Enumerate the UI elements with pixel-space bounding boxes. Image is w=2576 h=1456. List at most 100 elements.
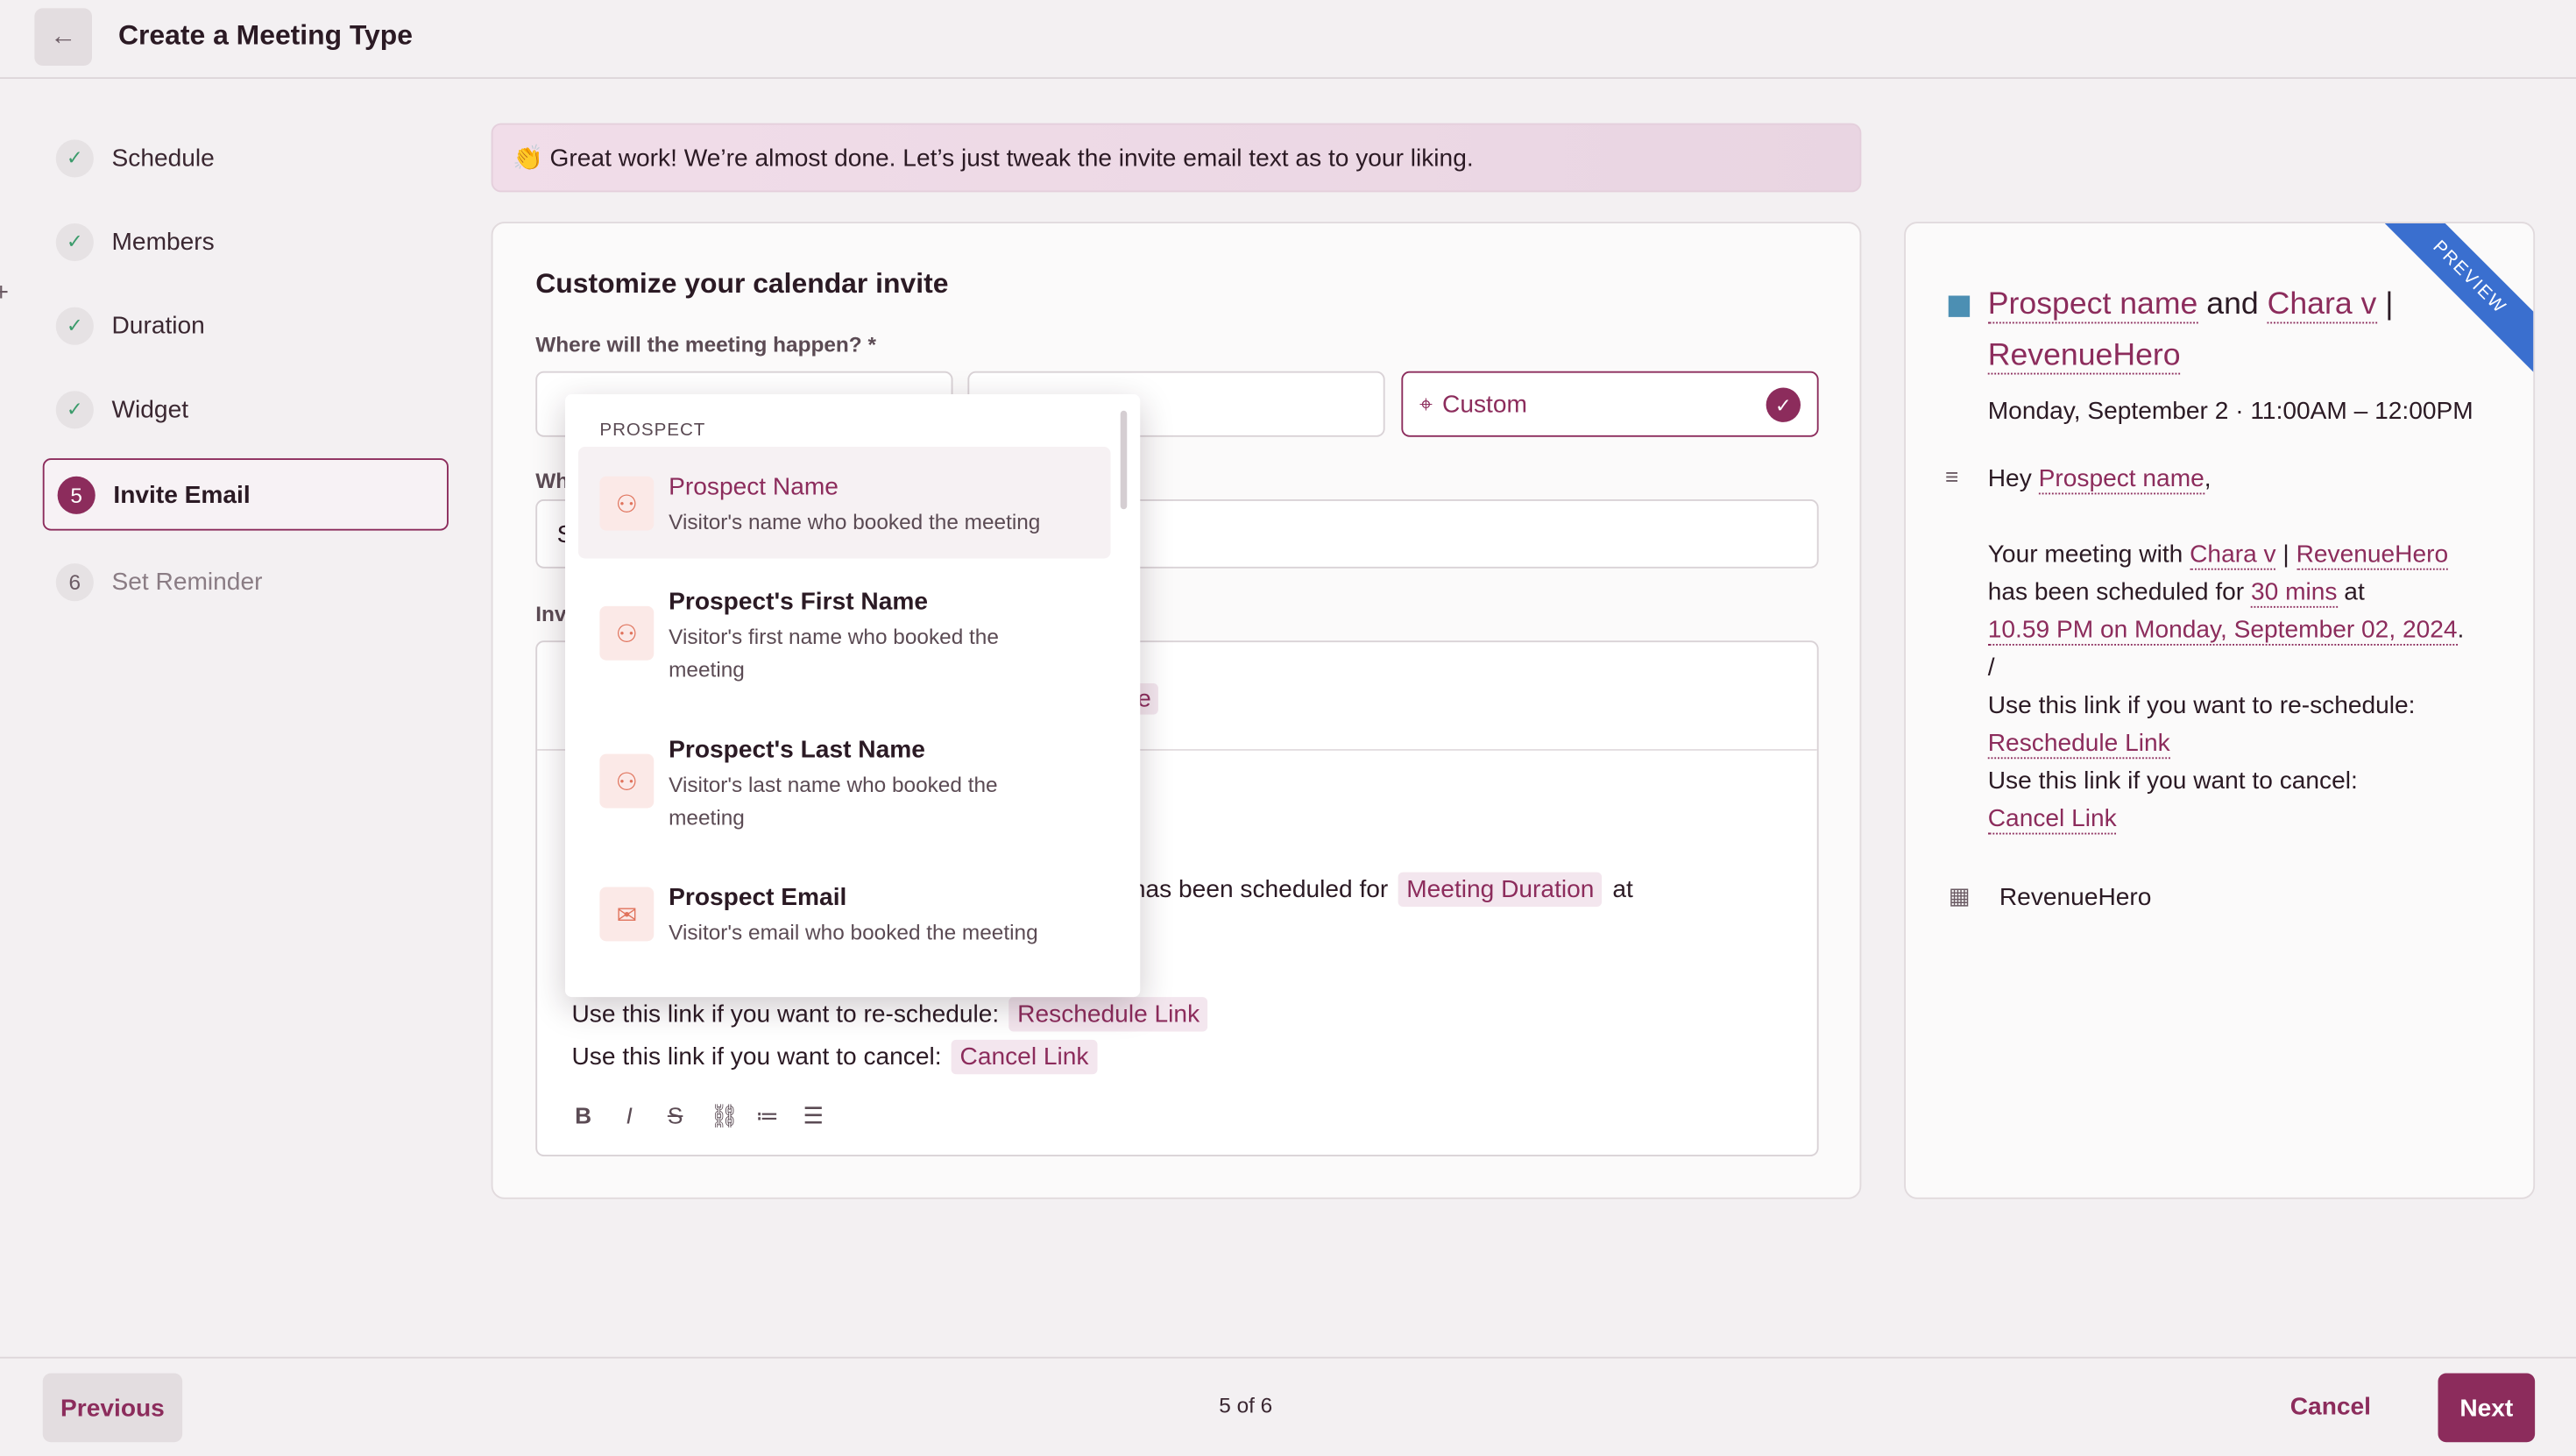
- title-text: |: [2385, 287, 2394, 322]
- user-icon: ⚇: [599, 753, 655, 809]
- dropdown-item-prospect-name[interactable]: ⚇ Prospect Name Visitor's name who booke…: [578, 447, 1111, 559]
- preview-event-title: Prospect name and Chara v | RevenueHero: [1987, 279, 2481, 381]
- item-desc: Visitor's name who booked the meeting: [669, 509, 1041, 534]
- preview-date: Monday, September 2 · 11:00AM – 12:00PM: [1987, 397, 2473, 426]
- next-button[interactable]: Next: [2438, 1373, 2536, 1443]
- strikethrough-button[interactable]: S: [664, 1102, 687, 1130]
- calendar-name: RevenueHero: [1999, 883, 2152, 912]
- item-name: Prospect's Last Name: [669, 736, 925, 764]
- calendar-icon: ▦: [1948, 881, 1971, 908]
- selected-check-icon: ✓: [1766, 387, 1801, 422]
- cancel-link[interactable]: Cancel Link: [1987, 804, 2117, 835]
- step-members[interactable]: ✓ Members: [43, 205, 449, 278]
- text: Use this link if you want to re-schedule…: [1987, 691, 2416, 720]
- mail-icon: ✉: [599, 887, 655, 942]
- step-label: Set Reminder: [111, 567, 263, 596]
- step-label: Duration: [111, 311, 205, 340]
- bullet-list-icon[interactable]: ☰: [802, 1102, 824, 1130]
- check-icon: ✓: [55, 306, 94, 344]
- step-label: Widget: [111, 394, 189, 423]
- body-line-cancel: Use this link if you want to cancel: Can…: [571, 1039, 1100, 1075]
- dropdown-item-last-name[interactable]: ⚇ Prospect's Last Name Visitor's last na…: [578, 713, 1111, 854]
- step-label: Members: [111, 227, 215, 256]
- info-banner: 👏 Great work! We’re almost done. Let’s j…: [491, 123, 1862, 193]
- body-text: Use this link if you want to re-schedule…: [571, 1000, 1000, 1028]
- text: Hey: [1987, 464, 2032, 493]
- app-stage: ← Create a Meeting Type + ✓ Schedule ✓ M…: [0, 0, 2576, 1456]
- body-line-scheduled: has been scheduled for Meeting Duration …: [1131, 872, 1633, 907]
- text: |: [2282, 540, 2289, 569]
- host-var: Chara v: [2190, 540, 2276, 570]
- step-number: 6: [55, 562, 94, 601]
- text: at: [2344, 578, 2365, 606]
- company-var: RevenueHero: [2296, 540, 2449, 570]
- location-custom-label: Custom: [1442, 390, 1527, 419]
- dropdown-item-first-name[interactable]: ⚇ Prospect's First Name Visitor's first …: [578, 565, 1111, 706]
- step-widget[interactable]: ✓ Widget: [43, 373, 449, 446]
- body-line-reschedule: Use this link if you want to re-schedule…: [571, 997, 1212, 1032]
- user-icon: ⚇: [599, 476, 655, 531]
- reschedule-link[interactable]: Reschedule Link: [1987, 729, 2170, 760]
- location-pin-icon: ⌖: [1419, 390, 1433, 417]
- item-desc: Visitor's email who booked the meeting: [669, 920, 1038, 945]
- step-invite-email[interactable]: 5 Invite Email: [42, 458, 449, 531]
- reschedule-chip[interactable]: Reschedule Link: [1008, 997, 1208, 1032]
- item-desc: Visitor's last name who booked the meeti…: [669, 772, 998, 830]
- dropdown-item-email[interactable]: ✉ Prospect Email Visitor's email who boo…: [578, 861, 1111, 953]
- italic-button[interactable]: I: [618, 1102, 640, 1130]
- host-var: Chara v: [2267, 287, 2377, 324]
- step-label: Invite Email: [113, 480, 251, 509]
- prospect-var: Prospect name: [2038, 464, 2204, 495]
- back-button[interactable]: ←: [34, 8, 92, 66]
- item-name: Prospect Email: [669, 883, 847, 912]
- item-desc: Visitor's first name who booked the meet…: [669, 624, 999, 682]
- card-title: Customize your calendar invite: [535, 267, 949, 300]
- item-name: Prospect Name: [669, 473, 839, 501]
- preview-description: Hey Prospect name, Your meeting with Cha…: [1987, 460, 2497, 838]
- company-var: RevenueHero: [1987, 338, 2181, 375]
- cancel-chip[interactable]: Cancel Link: [952, 1039, 1097, 1075]
- description-icon: ≡: [1945, 463, 1959, 490]
- invite-preview-card: PREVIEW Prospect name and Chara v | Reve…: [1904, 222, 2536, 1199]
- top-bar: ← Create a Meeting Type: [0, 0, 2576, 79]
- arrow-left-icon: ←: [50, 22, 77, 51]
- item-name: Prospect's First Name: [669, 588, 928, 617]
- text: has been scheduled for: [1987, 578, 2245, 606]
- variable-dropdown: PROSPECT ⚇ Prospect Name Visitor's name …: [565, 394, 1141, 998]
- step-duration[interactable]: ✓ Duration: [43, 289, 449, 362]
- step-schedule[interactable]: ✓ Schedule: [43, 122, 449, 194]
- plus-icon[interactable]: +: [0, 279, 9, 309]
- location-option-custom[interactable]: ⌖ Custom ✓: [1401, 371, 1819, 437]
- check-icon: ✓: [55, 138, 94, 177]
- bold-button[interactable]: B: [572, 1102, 595, 1130]
- dropdown-scrollbar[interactable]: [1120, 410, 1128, 510]
- step-progress: 5 of 6: [1219, 1393, 1273, 1418]
- step-label: Schedule: [111, 144, 215, 172]
- location-label: Where will the meeting happen? *: [535, 331, 876, 357]
- banner-text: Great work! We’re almost done. Let’s jus…: [549, 144, 1474, 172]
- ordered-list-icon[interactable]: ≔: [756, 1102, 779, 1130]
- link-icon[interactable]: ⛓: [710, 1102, 739, 1130]
- calendar-color-square: [1948, 295, 1971, 317]
- prospect-var: Prospect name: [1987, 287, 2198, 324]
- text: Use this link if you want to cancel:: [1987, 767, 2358, 795]
- cancel-button[interactable]: Cancel: [2290, 1393, 2371, 1421]
- title-text: and: [2206, 287, 2259, 322]
- body-text: has been scheduled for: [1131, 875, 1389, 904]
- body-text: at: [1612, 875, 1633, 904]
- text: Your meeting with: [1987, 540, 2183, 569]
- step-set-reminder[interactable]: 6 Set Reminder: [43, 546, 449, 618]
- text: /: [1987, 654, 1995, 682]
- check-icon: ✓: [55, 390, 94, 428]
- duration-chip[interactable]: Meeting Duration: [1398, 872, 1603, 907]
- format-toolbar: B I S ⛓ ≔ ☰: [572, 1102, 825, 1130]
- time-var: 10.59 PM on Monday, September 02, 2024: [1987, 616, 2458, 646]
- user-icon: ⚇: [599, 605, 655, 661]
- previous-button[interactable]: Previous: [42, 1373, 183, 1443]
- page-title: Create a Meeting Type: [118, 19, 413, 52]
- body-text: Use this link if you want to cancel:: [571, 1043, 942, 1071]
- duration-var: 30 mins: [2250, 578, 2338, 608]
- clap-emoji: 👏: [513, 145, 544, 173]
- dropdown-group-label: PROSPECT: [599, 421, 706, 441]
- step-number: 5: [57, 475, 96, 513]
